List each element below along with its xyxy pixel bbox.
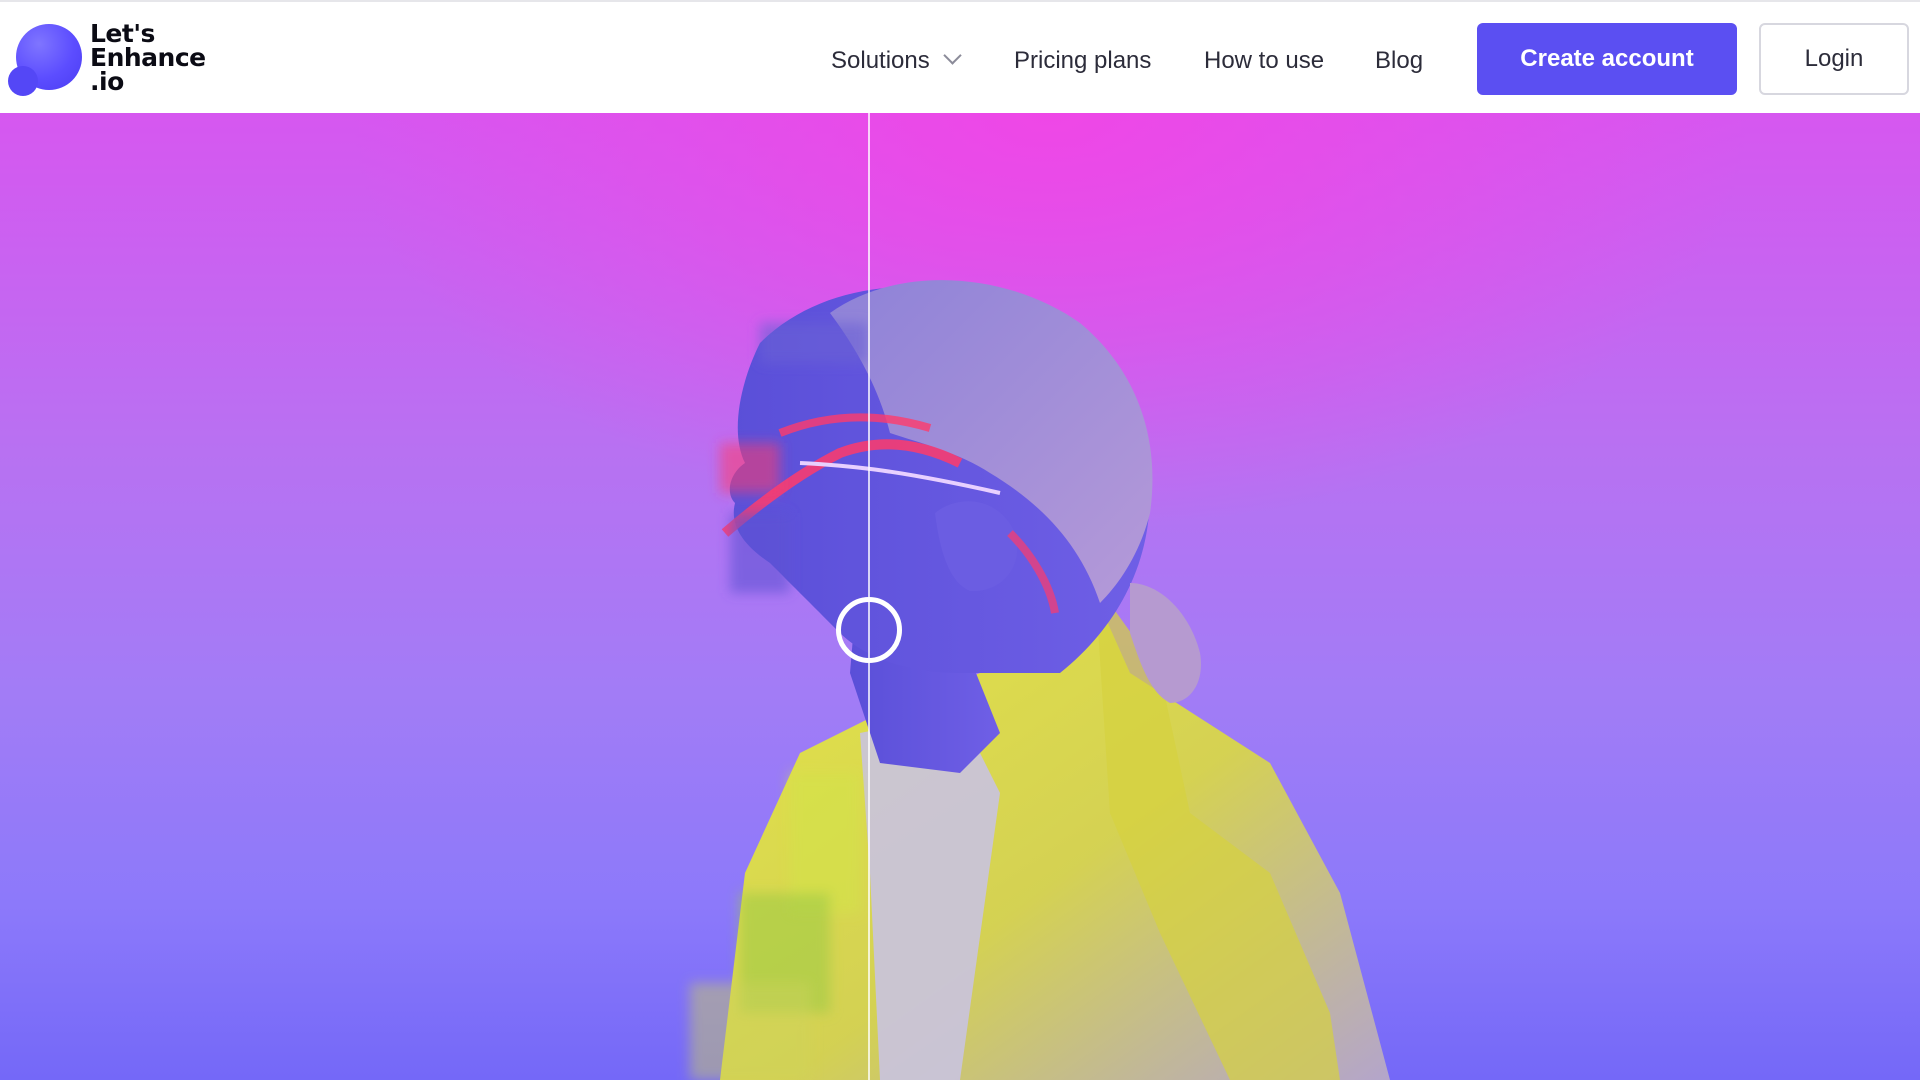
site-header: Let's Enhance .io Solutions Pricing plan… (0, 0, 1920, 113)
create-account-button[interactable]: Create account (1477, 23, 1737, 95)
circle-handle-icon[interactable] (836, 597, 902, 663)
nav-how-to-use[interactable]: How to use (1204, 46, 1324, 76)
nav-blog[interactable]: Blog (1375, 46, 1423, 76)
nav-solutions-dropdown[interactable]: Solutions (831, 46, 962, 76)
login-button[interactable]: Login (1759, 23, 1909, 95)
nav-solutions-label: Solutions (831, 47, 930, 74)
hero-comparison-image (0, 113, 1920, 1080)
chevron-down-icon (943, 46, 962, 65)
hero-photo-illustration (690, 280, 1390, 1080)
nav-pricing-plans[interactable]: Pricing plans (1014, 46, 1151, 76)
